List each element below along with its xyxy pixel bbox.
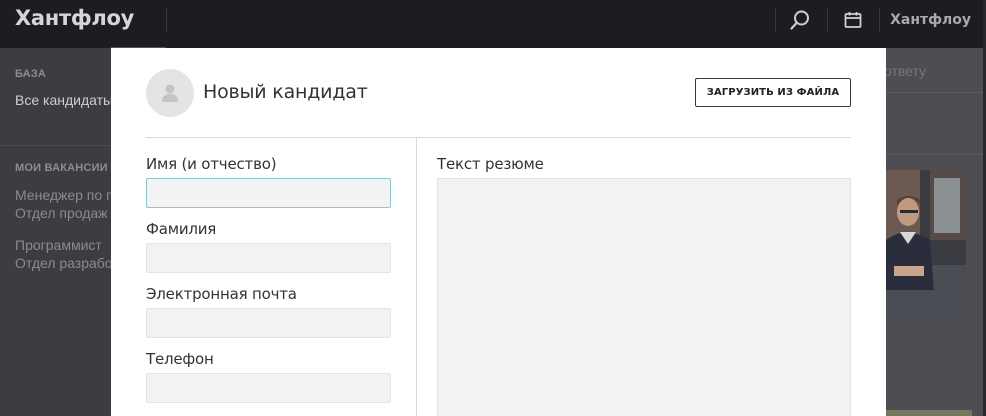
upload-from-file-button[interactable]: ЗАГРУЗИТЬ ИЗ ФАЙЛА [695,78,851,107]
candidate-photo [886,170,966,320]
background-divider [886,92,986,93]
resume-label: Текст резюме [437,155,544,173]
background-divider [886,154,986,155]
first-name-input[interactable] [146,178,391,208]
vacancy-department: Отдел продаж [15,205,108,221]
sidebar-item-vacancy[interactable]: Программист Отдел разработки [15,236,112,272]
sidebar-section-base: БАЗА [15,68,47,80]
topbar-divider [166,8,167,32]
person-icon[interactable] [146,69,194,117]
column-divider [416,138,417,416]
last-name-input[interactable] [146,243,391,273]
header-divider [146,137,851,138]
sidebar-item-vacancy[interactable]: Менеджер по продажам Отдел продаж [15,186,112,222]
background-hint-text: к ответу [886,63,927,79]
sidebar-item-all-candidates[interactable]: Все кандидаты [15,92,112,108]
topbar-divider [827,8,828,32]
topbar-divider [879,8,880,32]
email-input[interactable] [146,308,391,338]
vacancy-title: Менеджер по продажам [15,187,112,203]
background-content: к ответу [886,48,986,416]
top-navigation-bar: Хантфлоу Хантфлоу [0,0,986,48]
new-candidate-modal: Новый кандидат ЗАГРУЗИТЬ ИЗ ФАЙЛА Имя (и… [111,48,886,416]
search-icon[interactable] [788,8,812,32]
user-menu[interactable]: Хантфлоу [890,12,971,28]
phone-input[interactable] [146,373,391,403]
resume-textarea[interactable] [437,178,851,416]
first-name-label: Имя (и отчество) [146,155,277,173]
email-label: Электронная почта [146,285,297,303]
last-name-label: Фамилия [146,220,217,238]
topbar-divider [775,8,776,32]
app-logo[interactable]: Хантфлоу [15,6,134,30]
modal-title: Новый кандидат [203,81,368,103]
sidebar-divider [0,145,112,146]
phone-label: Телефон [146,350,214,368]
vacancy-title: Программист [15,237,102,253]
background-strip [886,410,972,416]
vacancy-department: Отдел разработки [15,255,112,271]
calendar-icon[interactable] [841,8,865,32]
sidebar: БАЗА Все кандидаты МОИ ВАКАНСИИ Менеджер… [0,48,112,416]
sidebar-section-vacancies: МОИ ВАКАНСИИ [15,162,108,174]
